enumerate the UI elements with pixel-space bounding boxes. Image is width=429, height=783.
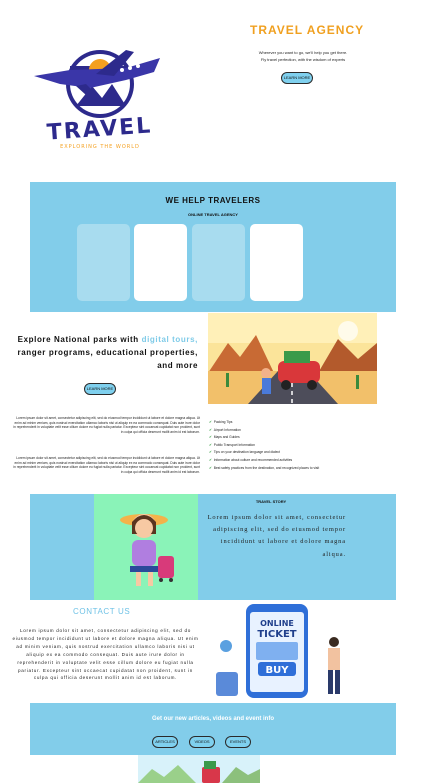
story-title: TRAVEL STORY [255,499,287,504]
list-item: ✔ Packing Tips [209,419,369,427]
contact-text: Lorem ipsum dolor sit amet, consectetur … [12,628,199,681]
events-button[interactable]: EVENTS [225,736,251,748]
list-item-label: Best safety practices from the destinati… [213,465,320,470]
help-subtitle: ONLINE TRAVEL AGENCY [188,212,238,217]
story-text: Lorem ipsum dolor sit amet, consectetur … [207,514,346,558]
services-checklist: ✔ Packing Tips ✔ Airport Information ✔ Maps… [209,419,369,472]
videos-button[interactable]: VIDEOS [189,736,215,748]
check-icon: ✔ [209,435,212,440]
list-item-label: Public Transport Information [213,442,255,447]
check-icon: ✔ [209,427,212,432]
explore-learn-more-button[interactable]: LEARN MORE [84,383,116,395]
hero-learn-more-button[interactable]: LEARN MORE [281,72,313,84]
list-item: ✔ Public Transport Information [209,442,369,450]
contact-title: CONTACT US [73,607,131,616]
logo-wordmark: TRAVEL [46,113,153,145]
list-item: ✔ Information about culture and recommend… [209,457,369,465]
service-card[interactable] [134,224,187,301]
hero-tagline-2: Fly travel perfection, with the wisdom o… [260,57,346,62]
explore-paragraph-1: Lorem ipsum dolor sit amet, consectetur … [13,416,200,434]
bottom-travel-illustration [138,755,260,783]
check-icon: ✔ [209,420,212,424]
check-icon: ✔ [209,442,212,447]
list-item-label: Airport Information [213,427,241,432]
explore-paragraph-2: Lorem ipsum dolor sit amet, consectetur … [13,456,200,474]
list-item-label: Maps and Guides [213,435,240,440]
ticket-buy-label: BUY [266,665,290,676]
newsletter-title: Get our new articles, videos and event i… [151,716,275,722]
ticket-ticket-label: TICKET [257,629,296,640]
help-title: WE HELP TRAVELERS [165,196,261,205]
logo-subtext: EXPLORING THE WORLD [60,144,140,150]
hero-title: TRAVEL AGENCY [250,23,365,37]
check-icon: ✔ [209,450,212,455]
traveler-girl-illustration [94,494,198,600]
list-item: ✔ Maps and Guides [209,434,369,442]
explore-heading-part2: ranger programs, educational properties,… [17,348,198,370]
articles-button[interactable]: ARTICLES [152,736,178,748]
service-card[interactable] [77,224,130,301]
story-section: TRAVEL STORY Lorem ipsum dolor sit amet,… [30,494,396,600]
service-card[interactable] [250,224,303,301]
check-icon: ✔ [209,465,212,470]
online-ticket-illustration: ONLINE TICKET BUY [208,602,350,700]
list-item-label: Packing Tips [213,420,233,424]
list-item-label: Tips on your destination language and di… [213,450,280,455]
explore-heading-highlight: digital tours, [141,335,198,344]
travel-logo: TRAVEL EXPLORING THE WORLD [34,50,160,150]
road-trip-illustration [208,313,377,404]
list-item: ✔ Tips on your destination language and d… [209,449,369,457]
newsletter-section: Get our new articles, videos and event i… [30,703,396,755]
ticket-online-label: ONLINE [260,619,294,628]
hero-tagline-1: Wherever you want to go, we'll help you … [258,50,348,55]
list-item-label: Information about culture and recommende… [213,457,293,462]
list-item: ✔ Airport Information [209,427,369,435]
explore-heading: Explore National parks with digital tour… [14,333,198,372]
list-item: ✔ Best safety practices from the destinat… [209,465,369,473]
help-section: WE HELP TRAVELERS ONLINE TRAVEL AGENCY [30,182,396,312]
check-icon: ✔ [209,457,212,462]
explore-heading-part1: Explore National parks with [17,335,142,344]
service-card[interactable] [192,224,245,301]
